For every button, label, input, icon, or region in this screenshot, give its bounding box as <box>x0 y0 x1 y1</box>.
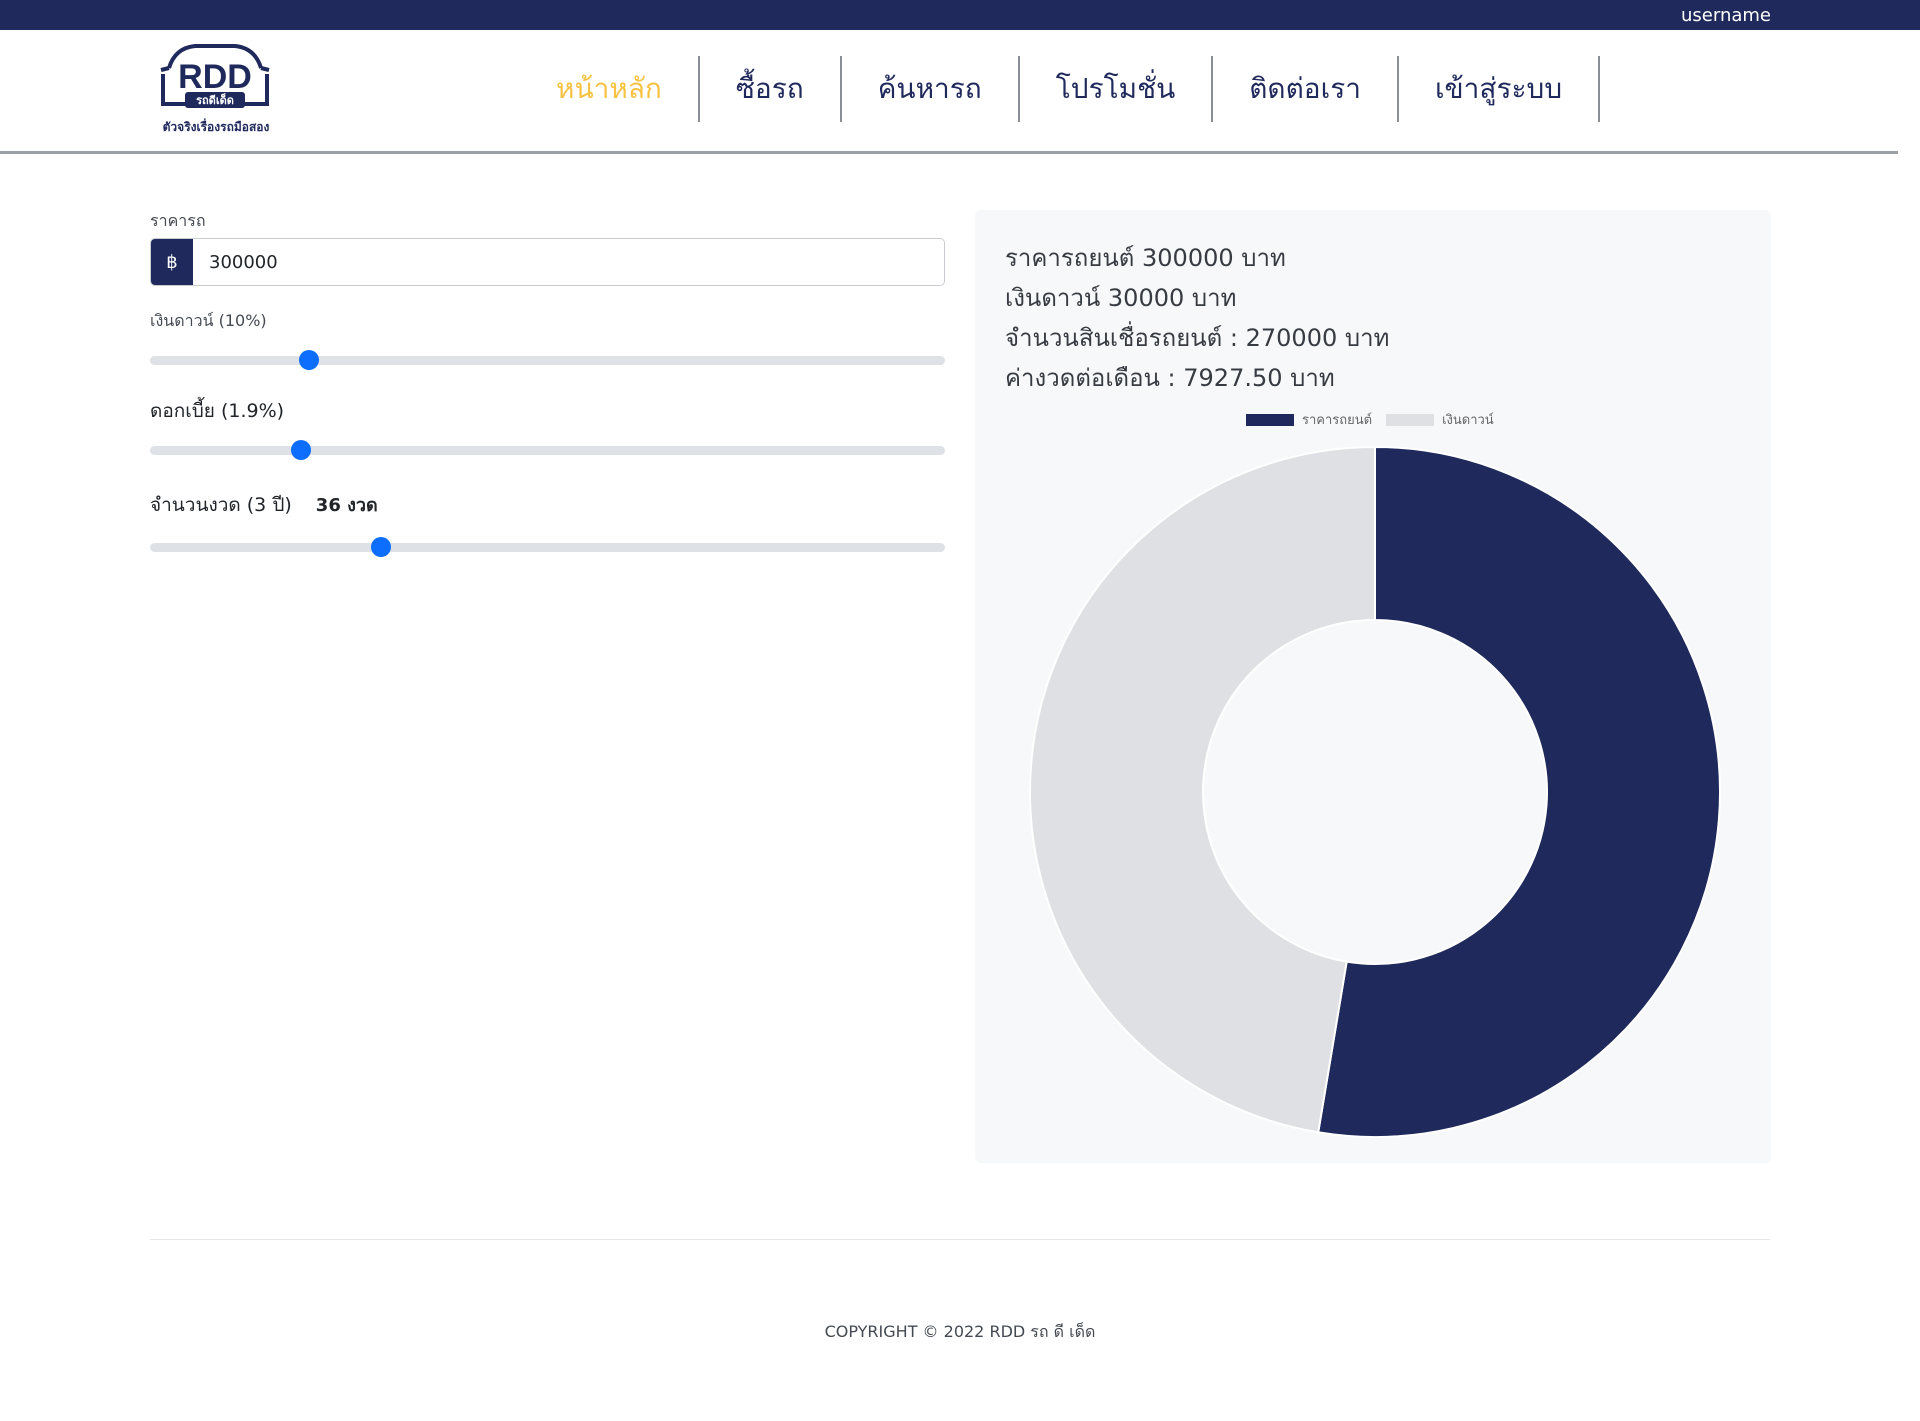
term-count: 36 งวด <box>315 495 378 516</box>
copyright-text: COPYRIGHT © 2022 RDD รถ ดี เด็ด <box>824 1322 1096 1341</box>
username-link[interactable]: username <box>1681 5 1771 27</box>
slider-thumb[interactable] <box>291 440 312 460</box>
slider-thumb[interactable] <box>370 537 391 557</box>
chart-slice-car-price[interactable] <box>1317 445 1721 1138</box>
footer-divider <box>150 1239 1770 1240</box>
slider-thumb[interactable] <box>299 350 319 370</box>
slider-track <box>150 446 945 455</box>
nav-search-car[interactable]: ค้นหารถ <box>842 56 1020 122</box>
car-logo-icon: RDD รถดีเด็ด <box>160 44 270 108</box>
site-header: RDD รถดีเด็ด ตัวจริงเรื่องรถมือสอง หน้าห… <box>0 30 1898 154</box>
logo-tagline: ตัวจริงเรื่องรถมือสอง <box>162 120 270 134</box>
down-payment-label: เงินดาวน์ (10%) <box>150 311 267 330</box>
term-row: จำนวนงวด (3 ปี) 36 งวด <box>150 490 945 519</box>
price-input[interactable] <box>193 239 944 285</box>
price-input-group: ฿ <box>150 238 945 286</box>
loan-form: ราคารถ ฿ เงินดาวน์ (10%) ดอกเบี้ย (1.9%)… <box>150 210 945 557</box>
baht-icon: ฿ <box>151 239 193 285</box>
nav-contact[interactable]: ติดต่อเรา <box>1213 56 1399 122</box>
nav-buy-car[interactable]: ซื้อรถ <box>700 56 842 122</box>
nav-login[interactable]: เข้าสู่ระบบ <box>1399 56 1601 122</box>
price-label: ราคารถ <box>150 211 206 230</box>
nav-promotion[interactable]: โปรโมชั่น <box>1020 56 1214 122</box>
slider-track <box>150 543 945 552</box>
slider-track <box>150 356 945 365</box>
main-nav: หน้าหลัก ซื้อรถ ค้นหารถ โปรโมชั่น ติดต่อ… <box>520 56 1601 122</box>
nav-home[interactable]: หน้าหลัก <box>520 56 700 122</box>
term-label: จำนวนงวด (3 ปี) <box>150 493 292 516</box>
svg-text:รถดีเด็ด: รถดีเด็ด <box>196 93 234 107</box>
chart-slice-down-payment[interactable] <box>1029 445 1376 1134</box>
top-bar: username <box>0 0 1920 30</box>
svg-text:RDD: RDD <box>178 58 252 96</box>
logo[interactable]: RDD รถดีเด็ด ตัวจริงเรื่องรถมือสอง <box>155 40 275 140</box>
interest-slider[interactable] <box>150 440 945 460</box>
doughnut-chart <box>1029 445 1721 1138</box>
loan-summary-panel: ราคารถยนต์ 300000 บาท เงินดาวน์ 30000 บา… <box>975 210 1771 1163</box>
interest-label: ดอกเบี้ย (1.9%) <box>150 400 285 422</box>
term-slider[interactable] <box>150 537 945 557</box>
down-payment-slider[interactable] <box>150 350 945 370</box>
